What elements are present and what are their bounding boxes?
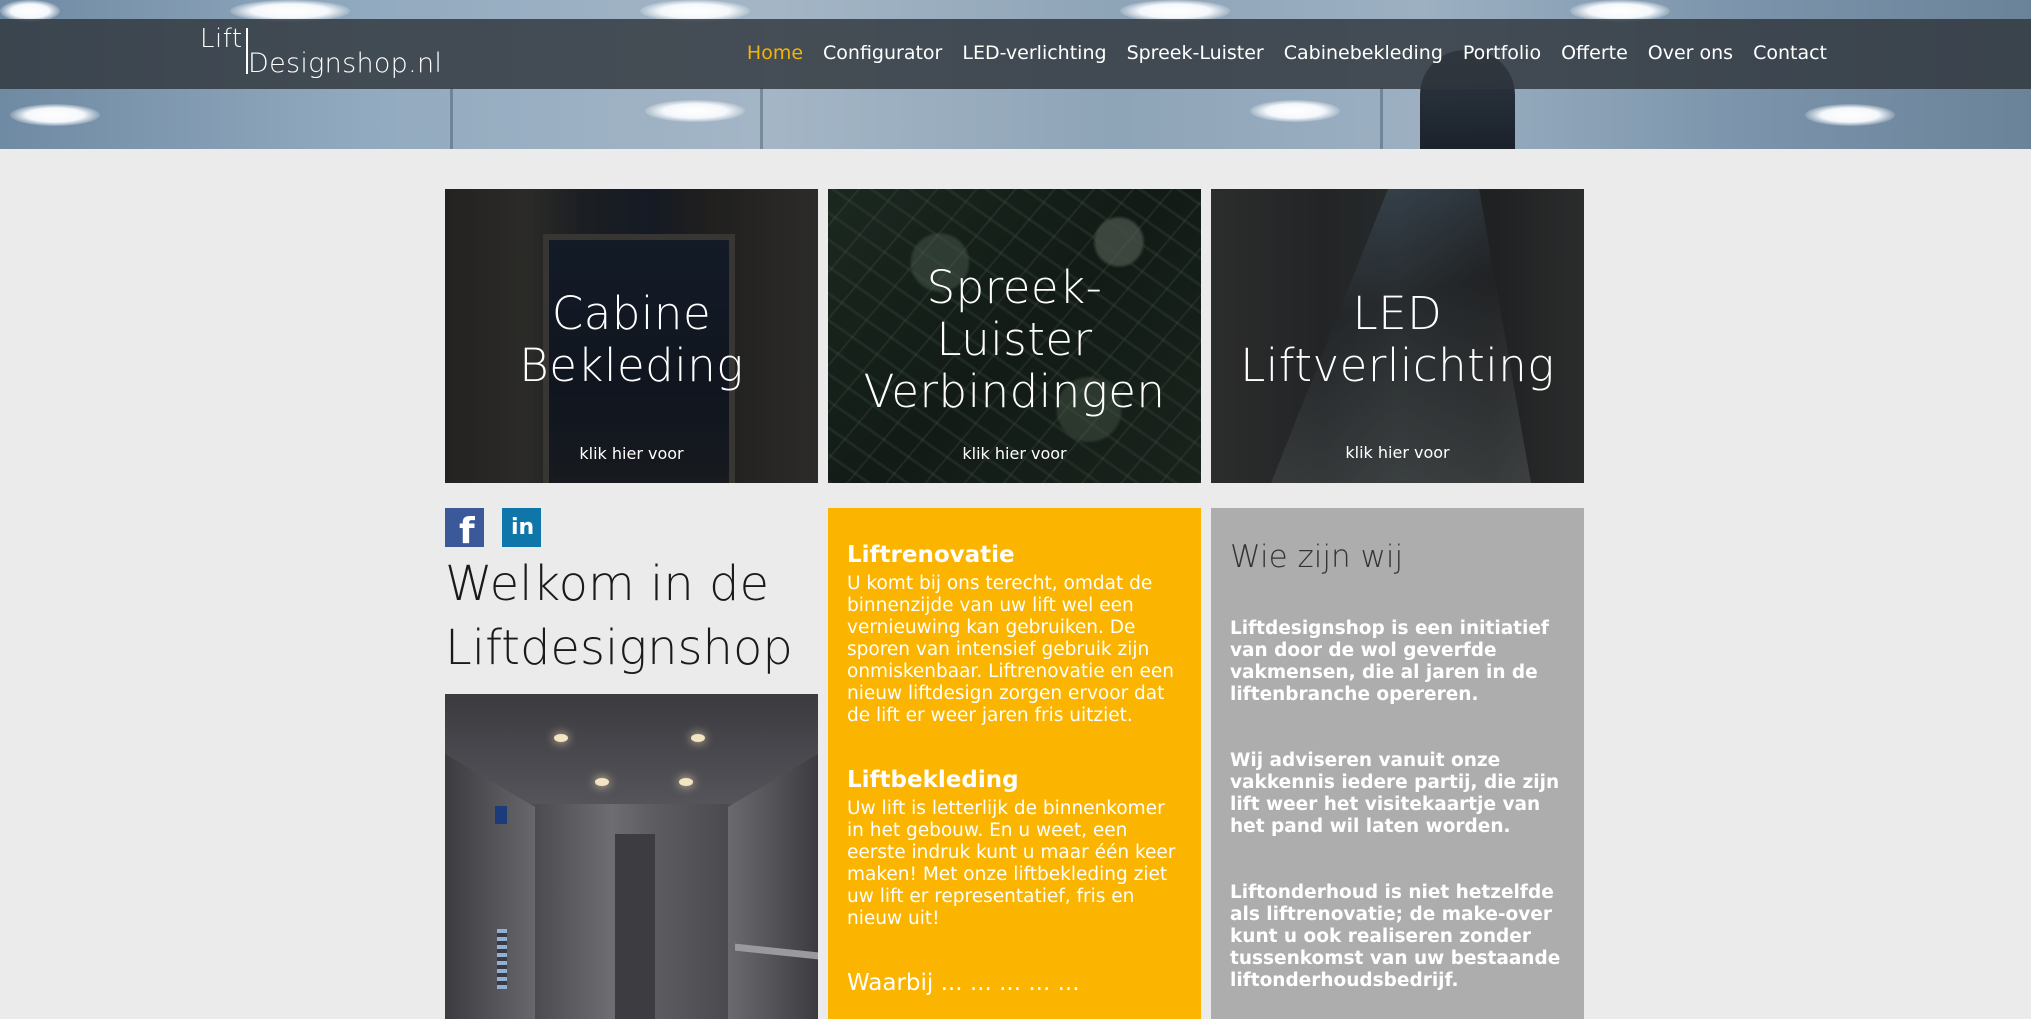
facebook-icon[interactable]: f [445,508,484,552]
tile-cta-link[interactable]: klik hier voor [828,444,1201,463]
tile-title-line: Verbindingen [863,365,1166,418]
about-paragraph: Wij adviseren vanuit onze vakkennis iede… [1230,750,1560,837]
site-logo[interactable]: Lift Designshop.nl [200,22,460,82]
tile-title: Spreek- Luister Verbindingen [828,262,1201,418]
service-text: U komt bij ons terecht, omdat de binnenz… [847,573,1175,726]
welcome-heading: Welkom in de Liftdesignshop [445,552,825,680]
service-section: Liftrenovatie U komt bij ons terecht, om… [847,540,1187,727]
service-section: Waarbij ... ... ... ... ... [847,968,1187,998]
nav-cabinebekleding[interactable]: Cabinebekleding [1284,42,1443,64]
welcome-line: Welkom in de [445,556,769,612]
tile-title-line: Bekleding [519,339,744,392]
tile-cabine-bekleding[interactable]: Cabine Bekleding klik hier voor [445,189,818,483]
logo-line2: Designshop.nl [248,48,443,79]
tile-cta-link[interactable]: klik hier voor [1211,443,1584,462]
main-nav: Home Configurator LED-verlichting Spreek… [747,42,1827,64]
about-title: Wie zijn wij [1230,539,1404,575]
nav-over-ons[interactable]: Over ons [1648,42,1733,64]
nav-offerte[interactable]: Offerte [1561,42,1628,64]
tile-title: Cabine Bekleding [445,288,818,392]
about-box: Wie zijn wij Liftdesignshop is een initi… [1211,508,1584,1019]
nav-home[interactable]: Home [747,42,803,64]
tile-cta-link[interactable]: klik hier voor [445,444,818,463]
welcome-line: Liftdesignshop [445,620,793,676]
nav-contact[interactable]: Contact [1753,42,1827,64]
about-paragraph: Liftdesignshop is een initiatief van doo… [1230,618,1549,705]
services-box: Liftrenovatie U komt bij ons terecht, om… [828,508,1201,1019]
linkedin-icon[interactable]: in [502,508,541,547]
about-paragraph: Liftonderhoud is niet hetzelfde als lift… [1230,882,1561,991]
tile-title-line: Spreek- [926,261,1103,314]
nav-configurator[interactable]: Configurator [823,42,942,64]
service-title: Liftrenovatie [847,542,1015,568]
nav-portfolio[interactable]: Portfolio [1463,42,1541,64]
service-text: Uw lift is letterlijk de binnenkomer in … [847,798,1176,929]
nav-spreek-luister[interactable]: Spreek-Luister [1127,42,1264,64]
service-title: Waarbij ... ... ... ... ... [847,970,1080,996]
header-hero-image: Lift Designshop.nl Home Configurator LED… [0,0,2031,149]
service-section: Liftbekleding Uw lift is letterlijk de b… [847,765,1187,930]
tile-title: LED Liftverlichting [1211,288,1584,392]
logo-line1: Lift [200,24,243,54]
tile-title-line: Cabine [551,287,712,340]
tile-led-liftverlichting[interactable]: LED Liftverlichting klik hier voor [1211,189,1584,483]
elevator-interior-image [445,694,818,1019]
tile-title-line: Liftverlichting [1240,339,1555,392]
tile-title-line: LED [1352,287,1443,340]
tile-spreek-luister[interactable]: Spreek- Luister Verbindingen klik hier v… [828,189,1201,483]
service-title: Liftbekleding [847,767,1019,793]
tile-title-line: Luister [936,313,1093,366]
nav-led-verlichting[interactable]: LED-verlichting [962,42,1106,64]
